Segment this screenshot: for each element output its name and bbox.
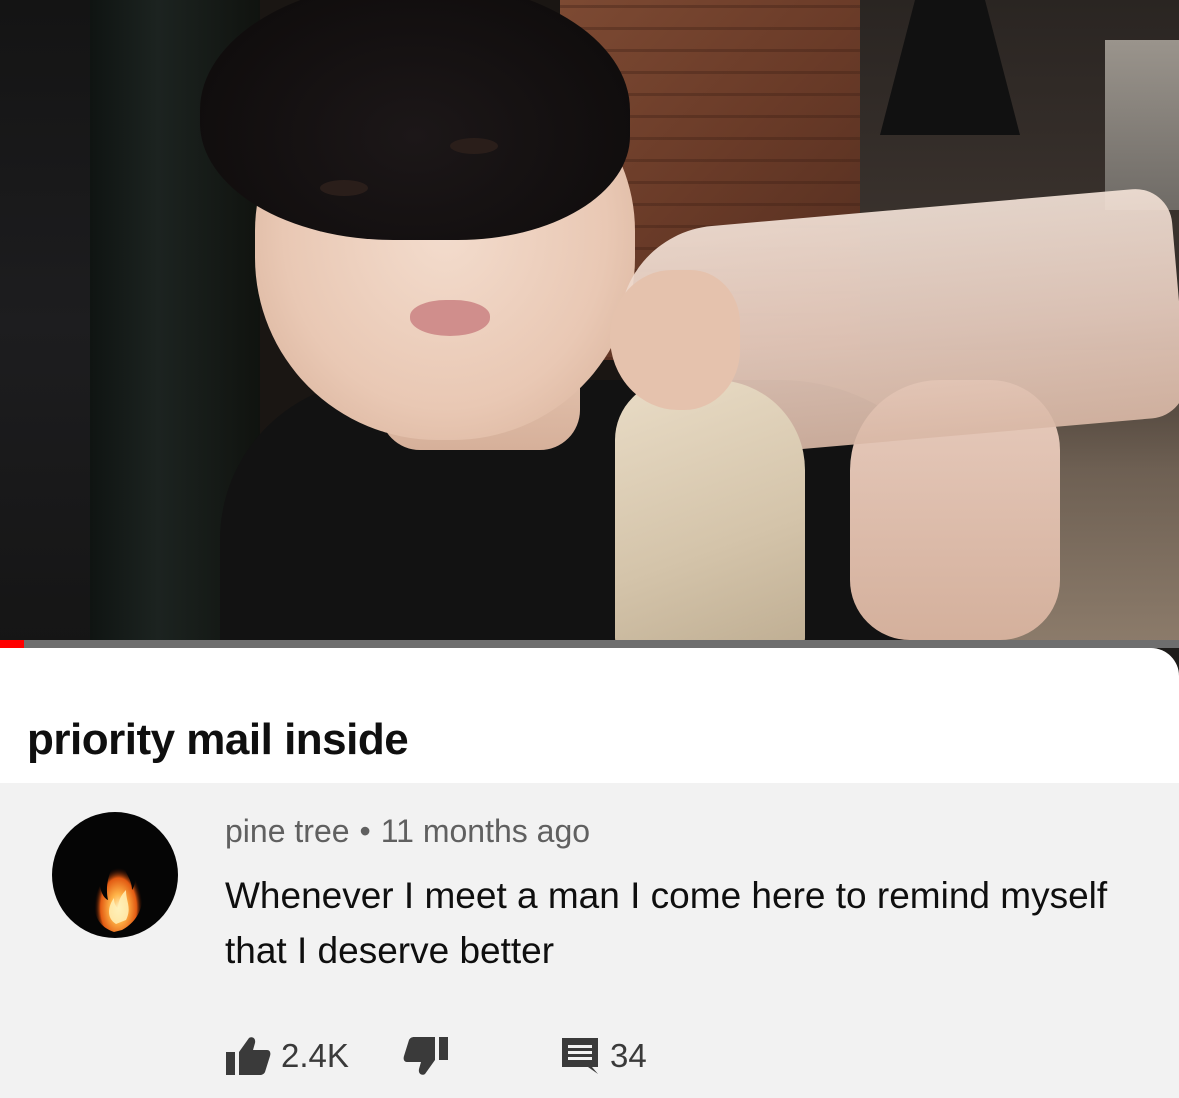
video-fridge: [1105, 40, 1179, 210]
video-person-eye-right: [450, 138, 498, 154]
video-person-lips: [410, 300, 490, 336]
title-card: priority mail inside: [0, 648, 1179, 783]
fire-icon: [94, 852, 143, 932]
comment-author[interactable]: pine tree: [225, 813, 350, 849]
like-button[interactable]: 2.4K: [225, 1033, 349, 1079]
comment-icon: [562, 1038, 598, 1074]
dislike-button[interactable]: [403, 1033, 449, 1079]
video-title: priority mail inside: [27, 715, 409, 764]
video-person-hair: [200, 0, 630, 240]
meta-separator: •: [359, 813, 371, 849]
comment: pine tree • 11 months ago Whenever I meet …: [0, 783, 1179, 1098]
video-progress-bar[interactable]: [0, 640, 1179, 648]
comment-meta: pine tree • 11 months ago: [225, 813, 590, 850]
thumbs-down-icon: [403, 1037, 448, 1075]
video-person-eye-left: [320, 180, 368, 196]
comment-timestamp[interactable]: 11 months ago: [381, 813, 590, 849]
video-player[interactable]: [0, 0, 1179, 648]
like-count: 2.4K: [281, 1037, 349, 1074]
video-person-hand: [610, 270, 740, 410]
avatar[interactable]: [52, 812, 178, 938]
thumbs-up-icon: [226, 1037, 271, 1075]
reply-count: 34: [610, 1037, 647, 1074]
video-progress-fill: [0, 640, 24, 648]
comment-text: Whenever I meet a man I come here to rem…: [225, 875, 1108, 971]
video-towel: [615, 380, 805, 648]
reply-button[interactable]: 34: [560, 1033, 647, 1079]
